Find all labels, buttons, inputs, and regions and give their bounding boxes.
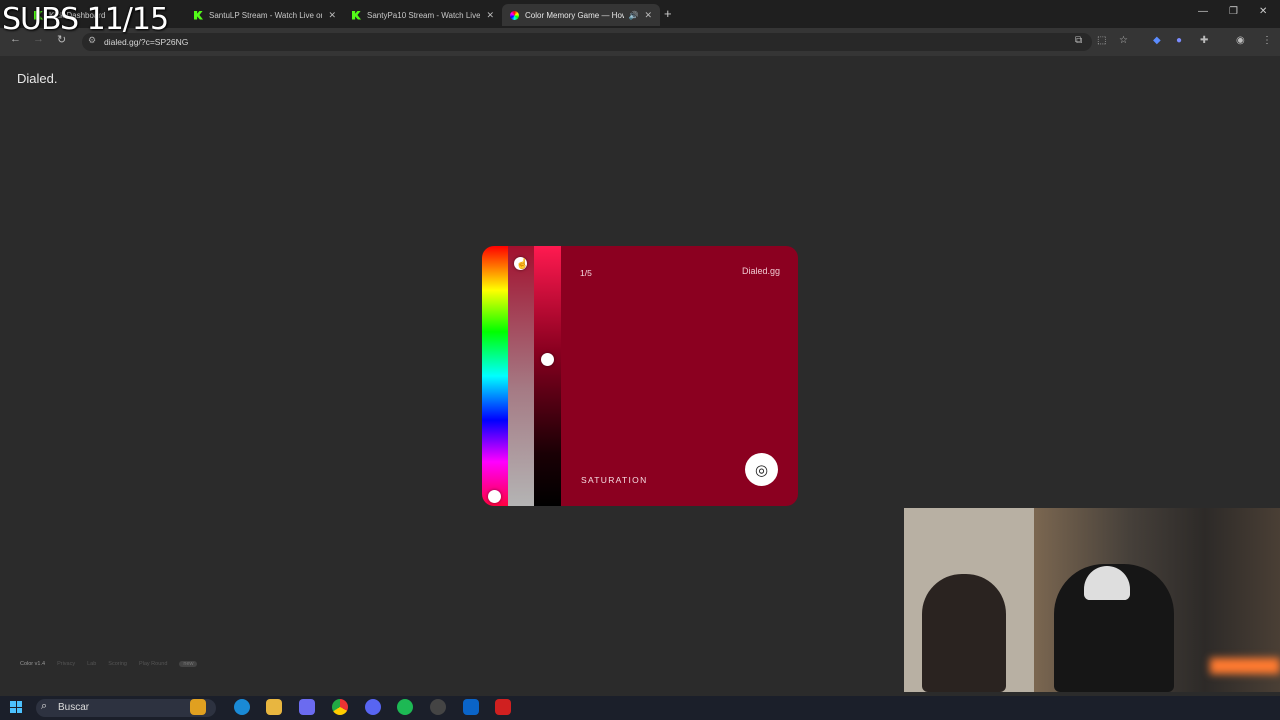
footer-link-privacy[interactable]: Privacy [57,661,75,667]
new-badge: new [179,661,198,667]
lightness-slider[interactable] [534,246,561,506]
new-tab-button[interactable]: + [664,6,672,21]
kick-icon [194,10,203,20]
search-icon: ⌕ [41,700,48,712]
footer: Color v1.4 Privacy Lab Scoring Play Roun… [20,661,198,667]
address-bar[interactable] [82,33,1092,51]
screen: Kick Dashboard SantuLP Stream - Watch Li… [0,0,1280,720]
mode-label: SATURATION [581,475,648,485]
close-tab-icon[interactable]: ✕ [486,10,494,21]
footer-link-lab[interactable]: Lab [87,661,96,667]
close-tab-icon[interactable]: ✕ [328,10,336,21]
tab-title: SantuLP Stream - Watch Live on Kick [209,10,322,20]
chrome-icon[interactable] [332,699,348,715]
profile-icon[interactable]: ◉ [1236,35,1245,46]
discord-icon[interactable] [365,699,381,715]
color-wheel-icon [510,10,519,20]
webcam-person [922,574,1006,692]
minimize-button[interactable]: — [1198,6,1208,17]
bookmark-star-icon[interactable]: ☆ [1119,35,1128,46]
extensions-puzzle-icon[interactable]: ✚ [1200,35,1208,46]
extension-icon[interactable]: ● [1176,35,1182,46]
copilot-icon[interactable] [299,699,315,715]
tab-title: Color Memory Game — How [525,10,625,20]
install-icon[interactable]: ⬚ [1097,35,1106,46]
menu-icon[interactable]: ⋮ [1262,35,1272,46]
app-icon[interactable] [495,699,511,715]
submit-button[interactable]: ◎ [745,453,778,486]
mouse-cursor-icon: ☝ [516,259,529,270]
site-logo[interactable]: Dialed. [17,71,57,86]
windows-start-icon[interactable] [10,701,22,713]
close-tab-icon[interactable]: ✕ [644,10,652,21]
tab-santypa10[interactable]: SantyPa10 Stream - Watch Live ✕ [344,4,502,26]
extension-icon[interactable]: ◆ [1153,35,1161,46]
tab-title: SantyPa10 Stream - Watch Live [367,10,481,20]
round-counter: 1/5 [580,268,592,278]
outlook-icon[interactable] [463,699,479,715]
webcam-light [1210,658,1280,674]
tab-color-memory-game[interactable]: Color Memory Game — How 🔊 ✕ [502,4,660,26]
hue-slider-knob[interactable] [488,490,501,503]
speaker-icon[interactable]: 🔊 [628,11,638,20]
lightness-slider-knob[interactable] [541,353,554,366]
footer-link-scoring[interactable]: Scoring [108,661,127,667]
url-text[interactable]: dialed.gg/?c=SP26NG [104,37,188,47]
restore-button[interactable]: ❐ [1229,6,1238,17]
footer-link-play-round[interactable]: Play Round [139,661,167,667]
files-icon[interactable] [266,699,282,715]
target-icon: ◎ [754,461,769,479]
webcam-overlay [904,508,1280,692]
taskbar-search-placeholder[interactable]: Buscar [58,702,89,713]
version-label: Color v1.4 [20,661,46,667]
subs-counter-overlay: SUBS 11/15 [2,2,169,37]
saturation-slider[interactable] [508,246,534,506]
translate-icon[interactable]: ⧉ [1075,35,1082,46]
close-window-button[interactable]: ✕ [1259,6,1267,17]
pikachu-icon[interactable] [190,699,206,715]
hue-slider[interactable] [482,246,508,506]
obs-icon[interactable] [430,699,446,715]
edge-icon[interactable] [234,699,250,715]
card-brand: Dialed.gg [741,266,780,276]
color-game-card: ☝ 1/5 Dialed.gg SATURATION ◎ [482,246,798,506]
spotify-icon[interactable] [397,699,413,715]
tab-santulp[interactable]: SantuLP Stream - Watch Live on Kick ✕ [186,4,344,26]
kick-icon [352,10,361,20]
